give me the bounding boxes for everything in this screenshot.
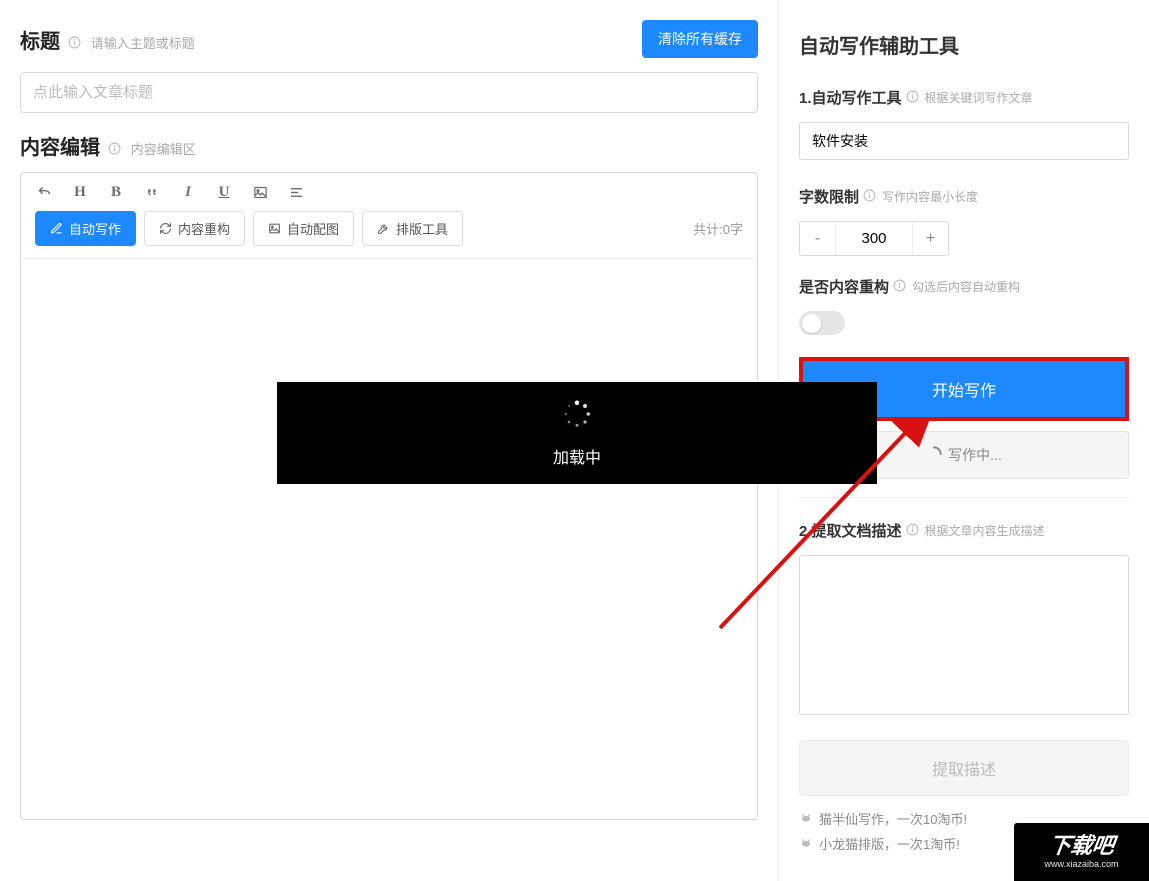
editor-box: H B I U 自动写作 内容重构 自动配图 bbox=[20, 172, 758, 820]
content-section-heading: 内容编辑 bbox=[20, 137, 100, 159]
title-hint: 请输入主题或标题 bbox=[91, 36, 195, 51]
restructure-label: 是否内容重构 bbox=[799, 276, 889, 297]
image-icon[interactable] bbox=[251, 183, 269, 201]
watermark-url: www.xiazaiba.com bbox=[1044, 859, 1118, 869]
wordlimit-value-input[interactable] bbox=[836, 222, 912, 255]
clear-cache-button[interactable]: 清除所有缓存 bbox=[642, 20, 758, 58]
info-icon bbox=[906, 523, 919, 539]
action-toolbar: 自动写作 内容重构 自动配图 排版工具 共计:0字 bbox=[21, 211, 757, 259]
tip1-text: 猫半仙写作，一次10淘币! bbox=[819, 808, 967, 833]
cat-icon bbox=[799, 808, 813, 833]
watermark-logo: 下载吧 www.xiazaiba.com bbox=[1014, 823, 1149, 881]
tip2-text: 小龙猫排版，一次1淘币! bbox=[819, 833, 960, 858]
sidebar-title: 自动写作辅助工具 bbox=[799, 30, 1129, 59]
restructure-hint: 勾选后内容自动重构 bbox=[912, 278, 1020, 295]
editor-textarea[interactable] bbox=[21, 259, 757, 819]
info-icon bbox=[863, 189, 876, 205]
extract-description-button[interactable]: 提取描述 bbox=[799, 740, 1129, 796]
description-textarea[interactable] bbox=[799, 555, 1129, 715]
format-toolbar: H B I U bbox=[21, 173, 757, 211]
underline-icon[interactable]: U bbox=[215, 183, 233, 201]
content-hint: 内容编辑区 bbox=[131, 142, 196, 157]
loading-icon bbox=[926, 446, 942, 465]
section1-label: 1.自动写作工具 bbox=[799, 87, 902, 108]
picture-icon bbox=[268, 222, 281, 235]
layout-tool-button[interactable]: 排版工具 bbox=[362, 211, 463, 246]
info-icon bbox=[68, 36, 81, 52]
loading-overlay: 加载中 bbox=[277, 382, 877, 484]
info-icon bbox=[906, 90, 919, 106]
info-icon bbox=[108, 142, 121, 158]
title-section-heading: 标题 bbox=[20, 31, 60, 53]
keyword-input[interactable] bbox=[799, 122, 1129, 160]
section2-hint: 根据文章内容生成描述 bbox=[925, 522, 1045, 539]
word-counter: 共计:0字 bbox=[693, 219, 743, 238]
stepper-plus-button[interactable]: + bbox=[912, 222, 948, 255]
auto-image-button[interactable]: 自动配图 bbox=[253, 211, 354, 246]
loading-text: 加载中 bbox=[553, 444, 601, 468]
quote-icon[interactable] bbox=[143, 183, 161, 201]
undo-icon[interactable] bbox=[35, 183, 53, 201]
info-icon bbox=[893, 279, 906, 295]
align-icon[interactable] bbox=[287, 183, 305, 201]
auto-write-button[interactable]: 自动写作 bbox=[35, 211, 136, 246]
cat-icon bbox=[799, 833, 813, 858]
bold-icon[interactable]: B bbox=[107, 183, 125, 201]
heading-icon[interactable]: H bbox=[71, 183, 89, 201]
wordlimit-label: 字数限制 bbox=[799, 186, 859, 207]
restructure-toggle[interactable] bbox=[799, 311, 845, 335]
refresh-icon bbox=[159, 222, 172, 235]
article-title-input[interactable] bbox=[20, 72, 758, 113]
section1-hint: 根据关键词写作文章 bbox=[925, 89, 1033, 106]
wordlimit-hint: 写作内容最小长度 bbox=[882, 188, 978, 205]
pencil-icon bbox=[50, 222, 63, 235]
watermark-name: 下载吧 bbox=[1048, 835, 1116, 857]
wordlimit-stepper: - + bbox=[799, 221, 949, 256]
restructure-button[interactable]: 内容重构 bbox=[144, 211, 245, 246]
italic-icon[interactable]: I bbox=[179, 183, 197, 201]
stepper-minus-button[interactable]: - bbox=[800, 222, 836, 255]
section2-label: 2.提取文档描述 bbox=[799, 520, 902, 541]
spinner-icon bbox=[562, 399, 592, 432]
wrench-icon bbox=[377, 222, 390, 235]
